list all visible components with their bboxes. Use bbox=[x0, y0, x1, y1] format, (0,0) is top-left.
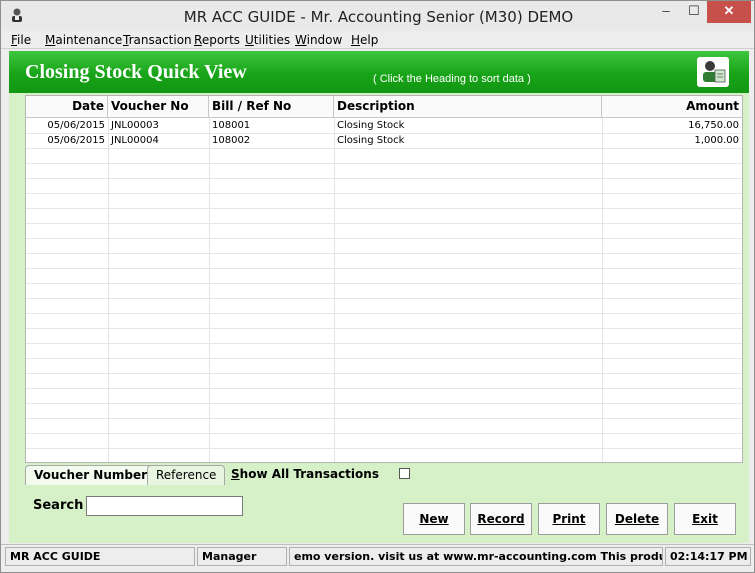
column-header-date[interactable]: Date bbox=[26, 96, 108, 118]
search-input[interactable] bbox=[86, 496, 243, 516]
stock-table: Date Voucher No Bill / Ref No Descriptio… bbox=[25, 95, 743, 463]
status-time: 02:14:17 PM bbox=[665, 547, 751, 566]
menu-window-mnemonic: W bbox=[295, 33, 307, 47]
cell-date: 05/06/2015 bbox=[47, 135, 105, 146]
empty-row bbox=[26, 269, 742, 284]
table-row[interactable]: 05/06/2015 JNL00004 108002 Closing Stock… bbox=[26, 134, 742, 149]
menu-reports-mnemonic: R bbox=[194, 33, 202, 47]
empty-row bbox=[26, 179, 742, 194]
cell-amount: 16,750.00 bbox=[688, 120, 739, 131]
empty-row bbox=[26, 299, 742, 314]
status-app-name: MR ACC GUIDE bbox=[5, 547, 195, 566]
show-all-transactions-checkbox[interactable] bbox=[399, 468, 410, 479]
empty-row bbox=[26, 209, 742, 224]
print-button[interactable]: Print bbox=[538, 503, 600, 535]
close-button[interactable]: ✕ bbox=[707, 1, 751, 23]
menu-bar: File Maintenance Transaction Reports Uti… bbox=[1, 31, 754, 49]
search-label: Search bbox=[33, 498, 84, 513]
empty-row bbox=[26, 284, 742, 299]
menu-help-mnemonic: H bbox=[351, 33, 361, 47]
maximize-button[interactable]: ☐ bbox=[683, 1, 705, 23]
column-header-voucher-no[interactable]: Voucher No bbox=[108, 96, 209, 118]
empty-row bbox=[26, 314, 742, 329]
menu-maintenance-mnemonic: M bbox=[45, 33, 56, 47]
menu-utilities-label: tilities bbox=[253, 33, 291, 47]
menu-utilities-mnemonic: U bbox=[245, 33, 254, 47]
show-all-text: how All Transactions bbox=[239, 467, 379, 481]
column-header-bill-ref-no[interactable]: Bill / Ref No bbox=[209, 96, 334, 118]
menu-window[interactable]: Window bbox=[295, 33, 342, 47]
new-button[interactable]: New bbox=[403, 503, 465, 535]
cell-voucher-no: JNL00004 bbox=[111, 135, 159, 146]
empty-row bbox=[26, 239, 742, 254]
page-title: Closing Stock Quick View bbox=[25, 61, 247, 83]
main-panel: Closing Stock Quick View ( Click the Hea… bbox=[9, 51, 749, 543]
cell-bill-ref-no: 108001 bbox=[212, 120, 251, 131]
cell-voucher-no: JNL00003 bbox=[111, 120, 159, 131]
empty-row bbox=[26, 419, 742, 434]
menu-help[interactable]: Help bbox=[351, 33, 378, 47]
cell-bill-ref-no: 108002 bbox=[212, 135, 251, 146]
status-bar: MR ACC GUIDE Manager emo version. visit … bbox=[1, 544, 754, 566]
title-bar[interactable]: MR ACC GUIDE - Mr. Accounting Senior (M3… bbox=[1, 1, 754, 31]
empty-row bbox=[26, 254, 742, 269]
menu-window-label: indow bbox=[306, 33, 343, 47]
empty-row bbox=[26, 374, 742, 389]
show-all-mnemonic: S bbox=[231, 467, 240, 481]
window-title: MR ACC GUIDE - Mr. Accounting Senior (M3… bbox=[183, 8, 574, 26]
sort-hint: ( Click the Heading to sort data ) bbox=[373, 73, 531, 85]
empty-row bbox=[26, 329, 742, 344]
empty-row bbox=[26, 224, 742, 239]
menu-utilities[interactable]: Utilities bbox=[245, 33, 290, 47]
empty-row bbox=[26, 149, 742, 164]
menu-maintenance[interactable]: Maintenance bbox=[45, 33, 122, 47]
cell-description: Closing Stock bbox=[337, 135, 405, 146]
column-header-description[interactable]: Description bbox=[334, 96, 602, 118]
empty-row bbox=[26, 164, 742, 179]
menu-file[interactable]: File bbox=[11, 33, 31, 47]
status-message: emo version. visit us at www.mr-accounti… bbox=[289, 547, 663, 566]
tab-reference[interactable]: Reference bbox=[147, 465, 226, 485]
empty-row bbox=[26, 194, 742, 209]
table-row[interactable]: 05/06/2015 JNL00003 108001 Closing Stock… bbox=[26, 119, 742, 134]
tab-voucher-number[interactable]: Voucher Number bbox=[25, 465, 157, 485]
menu-maintenance-label: aintenance bbox=[55, 33, 123, 47]
menu-reports[interactable]: Reports bbox=[194, 33, 240, 47]
minimize-button[interactable]: – bbox=[655, 1, 677, 23]
empty-row bbox=[26, 404, 742, 419]
menu-transaction-label: ransaction bbox=[128, 33, 192, 47]
app-window: MR ACC GUIDE - Mr. Accounting Senior (M3… bbox=[0, 0, 755, 573]
cell-amount: 1,000.00 bbox=[694, 135, 739, 146]
cell-description: Closing Stock bbox=[337, 120, 405, 131]
empty-row bbox=[26, 359, 742, 374]
menu-reports-label: eports bbox=[201, 33, 241, 47]
exit-button[interactable]: Exit bbox=[674, 503, 736, 535]
accountant-icon bbox=[697, 57, 729, 87]
delete-button[interactable]: Delete bbox=[606, 503, 668, 535]
menu-help-label: elp bbox=[360, 33, 379, 47]
empty-row bbox=[26, 344, 742, 359]
cell-date: 05/06/2015 bbox=[47, 120, 105, 131]
column-header-amount[interactable]: Amount bbox=[602, 96, 742, 118]
header-band: Closing Stock Quick View ( Click the Hea… bbox=[9, 51, 749, 93]
table-header: Date Voucher No Bill / Ref No Descriptio… bbox=[26, 96, 742, 118]
status-user: Manager bbox=[197, 547, 287, 566]
empty-row bbox=[26, 389, 742, 404]
empty-row bbox=[26, 434, 742, 449]
show-all-transactions-label[interactable]: Show All Transactions bbox=[231, 467, 379, 481]
menu-transaction[interactable]: Transaction bbox=[123, 33, 192, 47]
record-button[interactable]: Record bbox=[470, 503, 532, 535]
menu-file-label: ile bbox=[17, 33, 32, 47]
